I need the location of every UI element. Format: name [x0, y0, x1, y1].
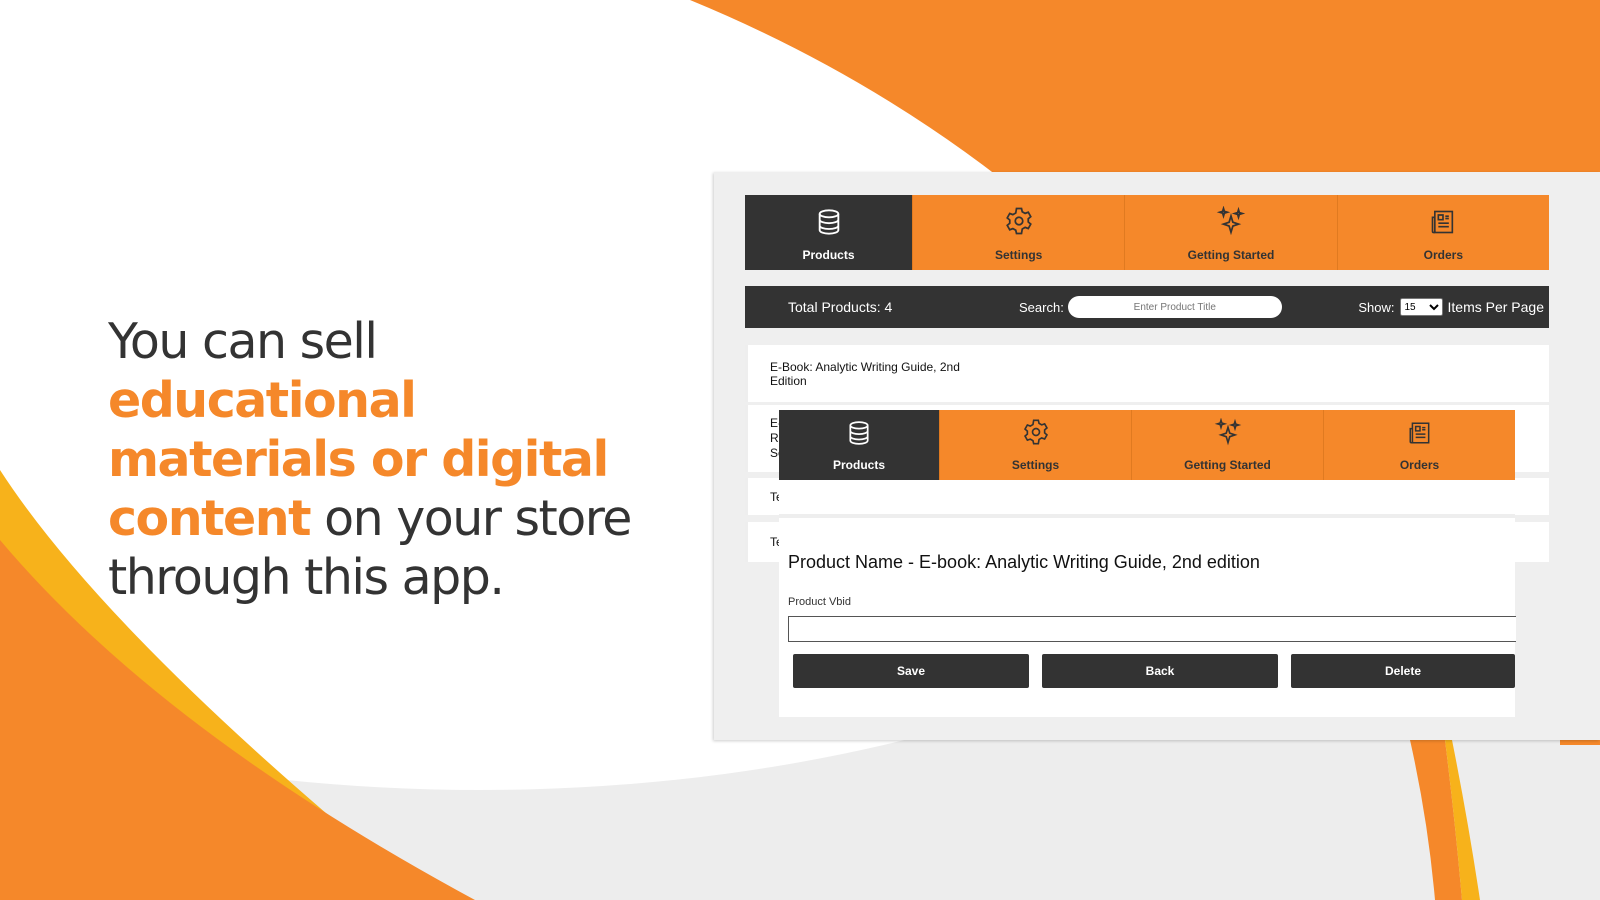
tab-label: Products [832, 458, 885, 472]
list-item[interactable]: E-Book: Analytic Writing Guide, 2nd Editi… [745, 345, 1549, 402]
vbid-label: Product Vbid [788, 596, 851, 608]
app-screenshot: Products Settings Getting Started Orders… [714, 172, 1600, 740]
sparkles-icon [1216, 206, 1246, 236]
database-icon [818, 209, 839, 235]
product-detail-form: Product Name - E-book: Analytic Writing … [779, 480, 1516, 717]
newspaper-icon [1408, 422, 1429, 444]
tab-label: Orders [1399, 458, 1440, 472]
per-page-select[interactable]: 15 [1399, 298, 1443, 316]
delete-button[interactable]: Delete [1291, 654, 1515, 688]
tab-label: Products [802, 248, 855, 262]
newspaper-icon [1431, 210, 1454, 234]
tab-label: Orders [1423, 248, 1463, 262]
items-per-page-label: Items Per Page [1447, 299, 1545, 315]
row-title: Edition [770, 373, 807, 388]
tab-label: Getting Started [1184, 458, 1271, 472]
tab-orders[interactable]: Orders [1336, 195, 1549, 270]
detail-nav: Products Settings Getting Started Orders [779, 410, 1515, 480]
tab-label: Getting Started [1187, 248, 1275, 262]
search-input[interactable] [1067, 296, 1282, 318]
tab-orders[interactable]: Orders [1323, 410, 1515, 480]
tab-settings[interactable]: Settings [912, 195, 1124, 270]
sparkles-icon [1214, 418, 1241, 446]
save-button[interactable]: Save [793, 654, 1029, 688]
tab-label: Settings [994, 248, 1043, 262]
product-name-title: Product Name - E-book: Analytic Writing … [788, 552, 1260, 572]
gear-icon [1023, 419, 1048, 445]
back-button[interactable]: Back [1042, 654, 1278, 688]
gear-icon [1005, 207, 1032, 235]
tab-settings[interactable]: Settings [939, 410, 1131, 480]
vbid-input[interactable] [788, 616, 1516, 642]
tab-label: Settings [1011, 458, 1060, 472]
search-label: Search: [1019, 299, 1064, 315]
tab-getting-started[interactable]: Getting Started [1131, 410, 1323, 480]
tab-products[interactable]: Products [745, 195, 912, 270]
row-title: E-Book: Analytic Writing Guide, 2nd [770, 359, 960, 374]
headline: You can sell educational materials or di… [108, 312, 668, 607]
top-nav: Products Settings Getting Started Orders [745, 195, 1549, 270]
headline-text: You can sell [108, 313, 378, 370]
show-label: Show: [1358, 299, 1395, 315]
products-toolbar: Total Products: 4 Search: Show: 15 Items… [745, 286, 1549, 328]
tab-products[interactable]: Products [779, 410, 939, 480]
tab-getting-started[interactable]: Getting Started [1124, 195, 1336, 270]
database-icon [849, 421, 869, 445]
divider [779, 514, 1515, 518]
total-products: Total Products: 4 [788, 299, 893, 315]
